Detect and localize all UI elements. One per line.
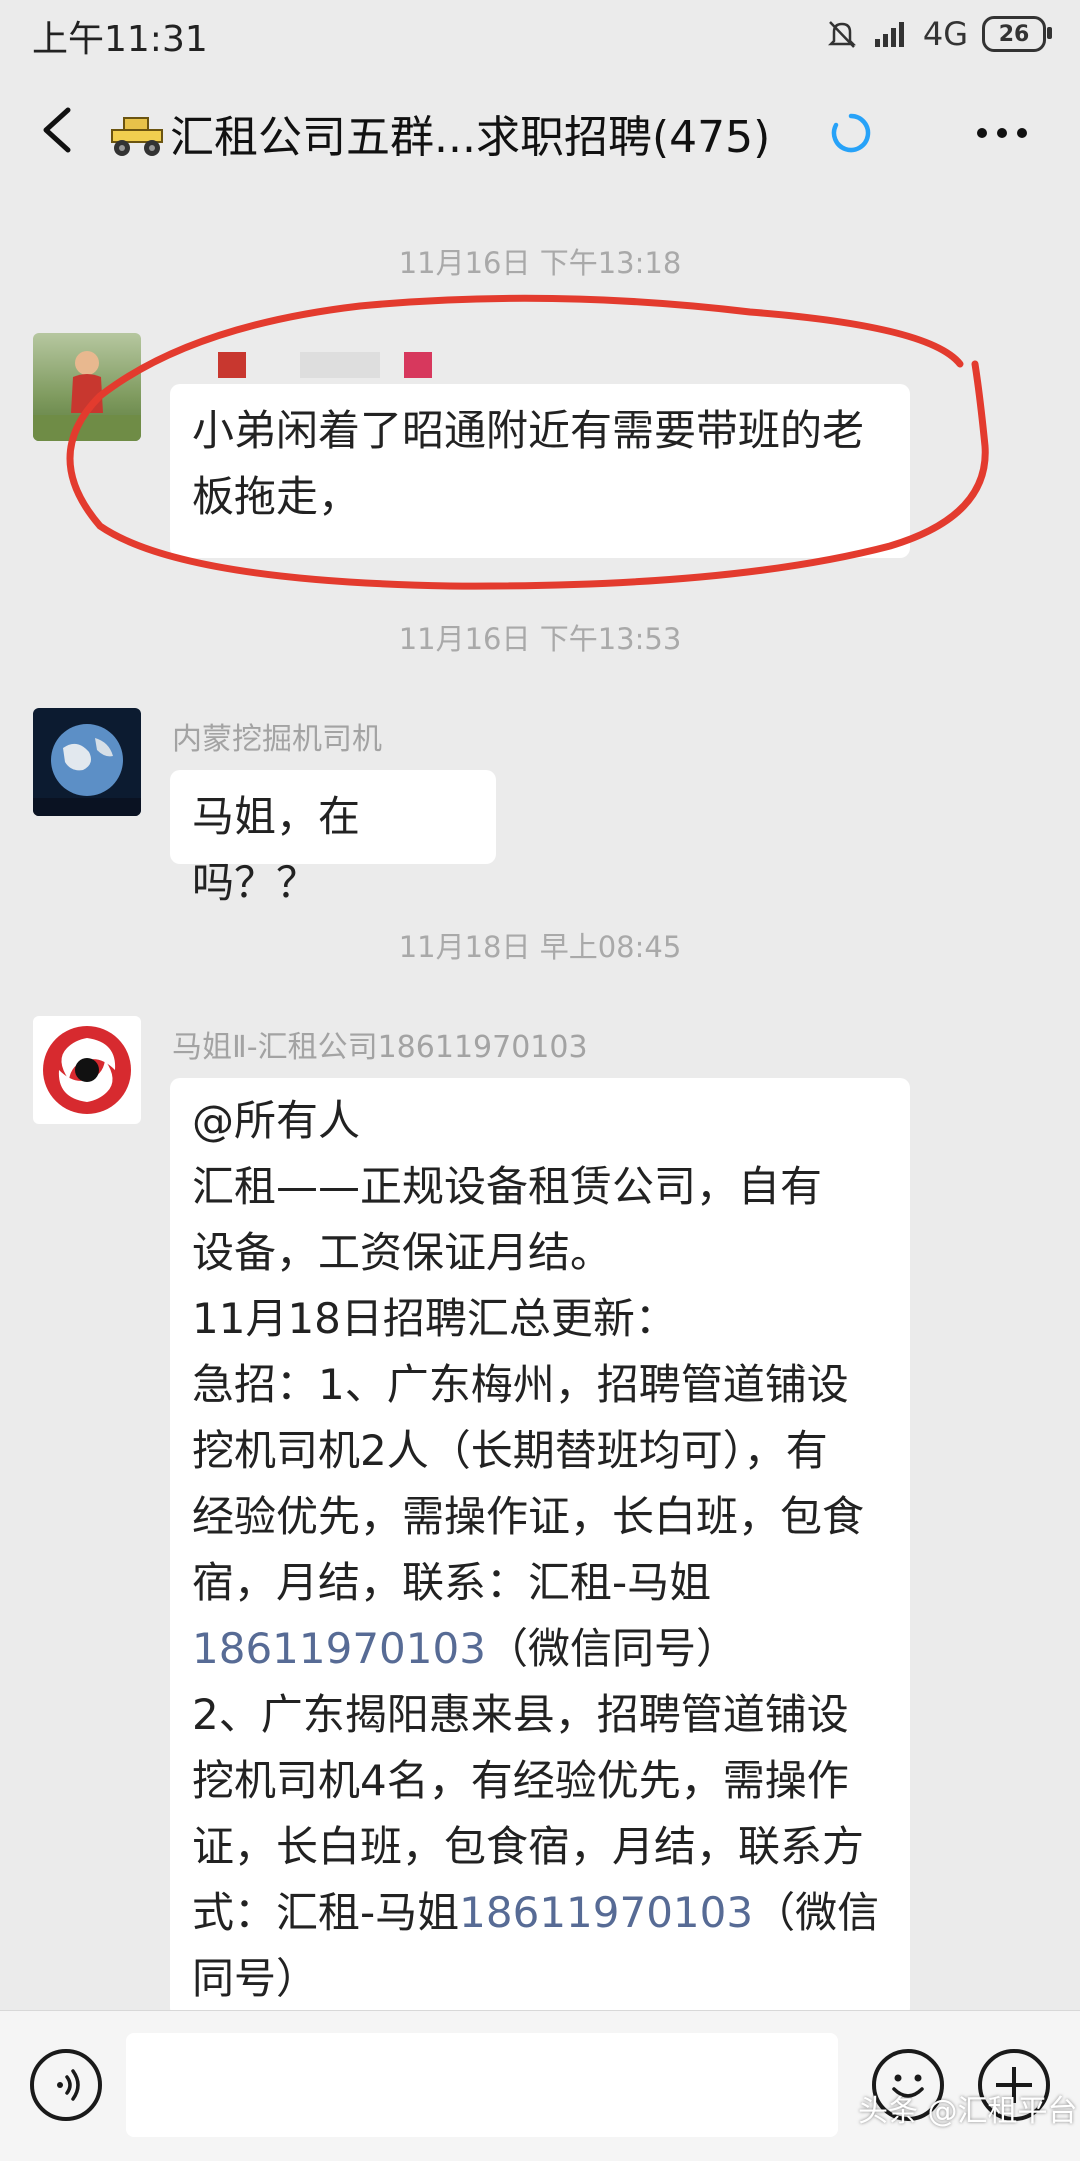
- back-button[interactable]: [30, 100, 90, 160]
- battery-icon: 26: [982, 16, 1052, 52]
- message-line: 汇租——正规设备租赁公司，自有: [192, 1162, 823, 1211]
- group-title: 汇租公司五群...求职招聘(475): [170, 112, 771, 163]
- message-line: 宿，月结，联系：汇租-马姐: [192, 1558, 712, 1607]
- chat-header: 汇租公司五群...求职招聘(475): [0, 70, 1080, 195]
- message-line: 设备，工资保证月结。: [192, 1228, 613, 1277]
- status-bar: 上午11:31 4G 26: [0, 0, 1080, 70]
- mute-bell-icon: [827, 21, 856, 48]
- sender-name: 内蒙挖掘机司机: [172, 722, 382, 757]
- message-line: 挖机司机4名，有经验优先，需操作: [192, 1756, 849, 1805]
- status-icons: 4G 26: [825, 12, 1052, 56]
- message-timestamp: 11月16日 下午13:53: [398, 622, 682, 656]
- network-type: 4G: [922, 15, 968, 53]
- avatar[interactable]: [33, 708, 141, 816]
- message-line: 挖机司机2人（长期替班均可），有: [192, 1426, 828, 1475]
- company-logo-icon: [43, 1026, 131, 1114]
- signal-icon: [874, 22, 904, 47]
- battery-level: 26: [998, 21, 1030, 47]
- status-time: 上午11:31: [32, 19, 208, 60]
- message-line: 式：汇租-马姐18611970103（微信: [192, 1880, 888, 1946]
- message-text: （微信: [753, 1888, 880, 1937]
- message-text: 马姐，在吗？？: [192, 792, 361, 907]
- message-line: 同号）: [192, 1954, 319, 2003]
- watermark: 头条 @汇租平台: [858, 2094, 1078, 2129]
- phone-link[interactable]: 18611970103: [192, 1624, 486, 1673]
- group-title-row[interactable]: 汇租公司五群...求职招聘(475): [106, 100, 770, 166]
- message-bubble[interactable]: @所有人 汇租——正规设备租赁公司，自有 设备，工资保证月结。 11月18日招聘…: [170, 1078, 910, 2018]
- more-dots-icon: [977, 128, 1027, 138]
- more-button[interactable]: [972, 108, 1032, 158]
- loading-ring-icon: [830, 112, 872, 154]
- message-text: 式：汇租-马姐: [192, 1888, 460, 1937]
- message-line: 急招：1、广东梅州，招聘管道铺设: [192, 1360, 849, 1409]
- tractor-icon: [111, 117, 163, 156]
- message-text: （微信同号）: [485, 1624, 738, 1673]
- phone-link[interactable]: 18611970103: [459, 1888, 753, 1937]
- sender-name: 马姐Ⅱ-汇租公司18611970103: [172, 1030, 588, 1065]
- chevron-left-icon: [43, 107, 71, 153]
- avatar[interactable]: [33, 1016, 141, 1124]
- message-bubble[interactable]: 马姐，在吗？？: [170, 770, 496, 907]
- message-line: 18611970103（微信同号）: [192, 1616, 888, 1682]
- voice-button[interactable]: [30, 2049, 102, 2121]
- message-line: 证，长白班，包食宿，月结，联系方: [192, 1822, 865, 1871]
- message-line: @所有人: [192, 1096, 361, 1145]
- message-line: 2、广东揭阳惠来县，招聘管道铺设: [192, 1690, 849, 1739]
- red-highlight-circle: [66, 294, 989, 590]
- voice-icon: [57, 2069, 80, 2101]
- message-line: 11月18日招聘汇总更新：: [192, 1294, 677, 1343]
- message-input[interactable]: [126, 2033, 838, 2137]
- message-timestamp: 11月18日 早上08:45: [398, 930, 682, 964]
- message-line: 经验优先，需操作证，长白班，包食: [192, 1492, 865, 1541]
- earth-avatar-image: [33, 724, 141, 816]
